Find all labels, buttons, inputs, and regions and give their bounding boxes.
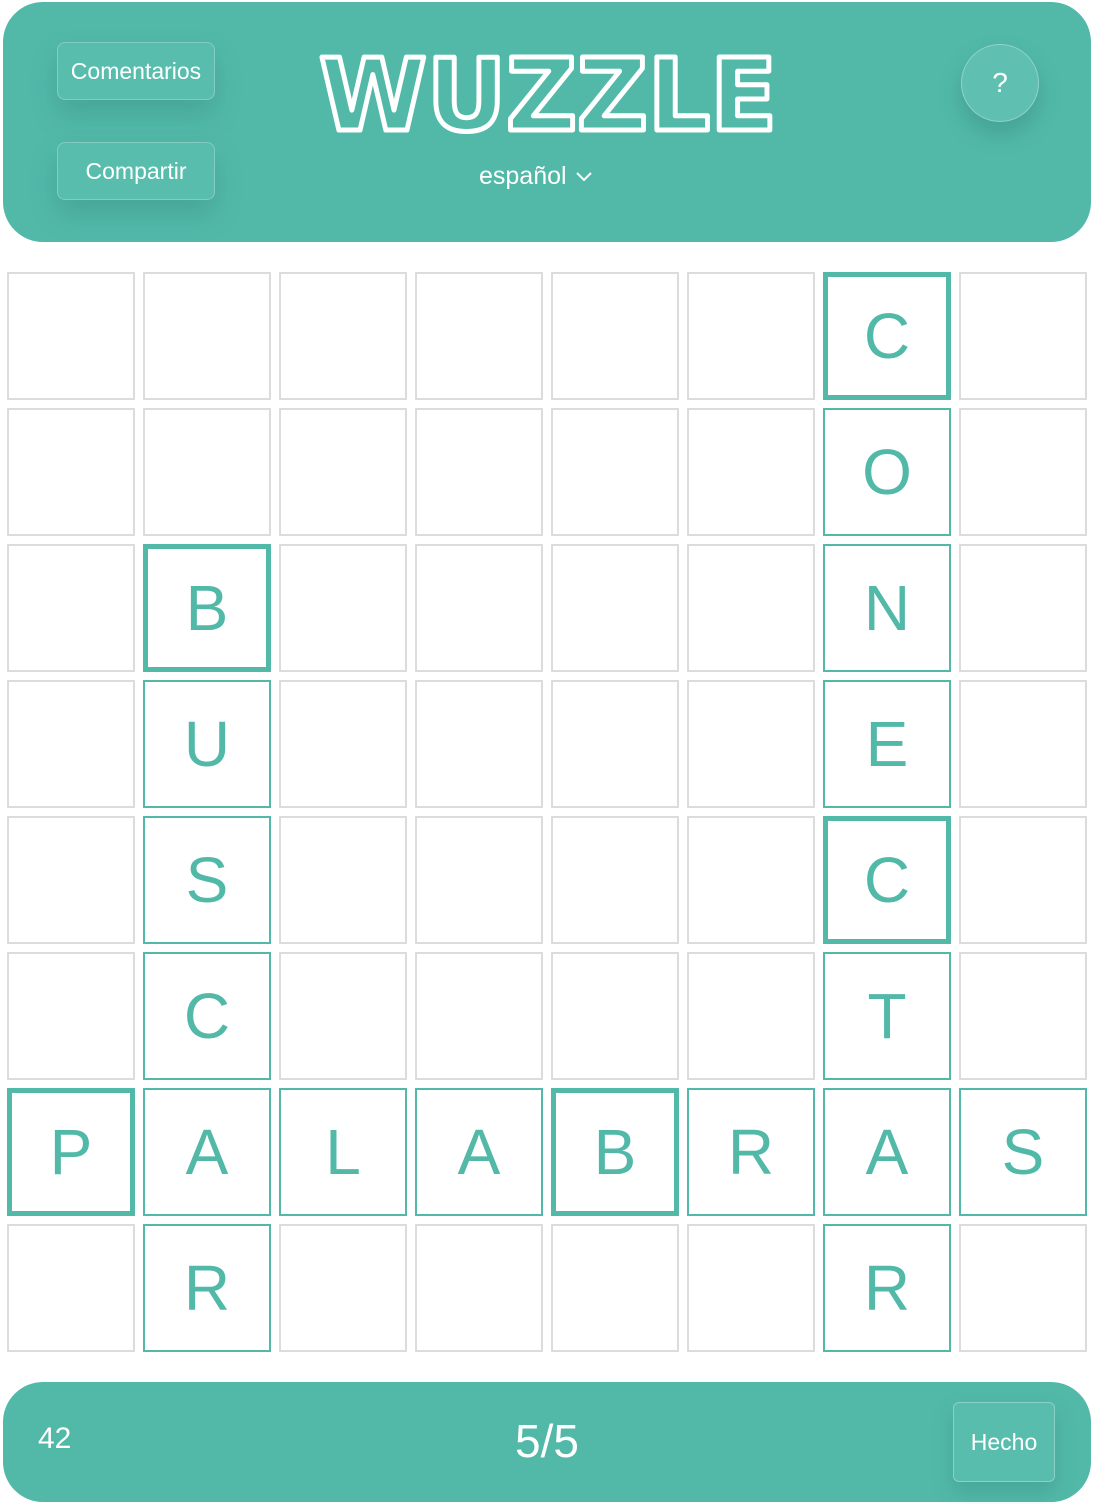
letter-tile[interactable]: C [823,272,951,400]
empty-tile[interactable] [687,544,815,672]
empty-tile[interactable] [279,408,407,536]
done-button[interactable]: Hecho [953,1402,1055,1482]
letter-tile[interactable]: R [687,1088,815,1216]
comments-button[interactable]: Comentarios [57,42,215,100]
letter-tile[interactable]: C [143,952,271,1080]
empty-tile[interactable] [415,680,543,808]
logo-text: WUZZLE [319,42,777,142]
empty-tile[interactable] [551,816,679,944]
letter-tile[interactable]: A [415,1088,543,1216]
empty-tile[interactable] [551,408,679,536]
empty-tile[interactable] [279,816,407,944]
empty-tile[interactable] [551,272,679,400]
empty-tile[interactable] [415,1224,543,1352]
empty-tile[interactable] [687,680,815,808]
empty-tile[interactable] [959,408,1087,536]
empty-tile[interactable] [7,680,135,808]
letter-tile[interactable]: B [143,544,271,672]
share-button[interactable]: Compartir [57,142,215,200]
letter-tile[interactable]: S [959,1088,1087,1216]
empty-tile[interactable] [7,816,135,944]
empty-tile[interactable] [7,952,135,1080]
header-bar: Comentarios Compartir WUZZLE español ? [3,2,1091,242]
empty-tile[interactable] [551,544,679,672]
letter-tile[interactable]: S [143,816,271,944]
letter-tile[interactable]: P [7,1088,135,1216]
letter-tile[interactable]: R [143,1224,271,1352]
letter-tile[interactable]: L [279,1088,407,1216]
empty-tile[interactable] [687,816,815,944]
letter-tile[interactable]: R [823,1224,951,1352]
empty-tile[interactable] [279,1224,407,1352]
letter-tile[interactable]: U [143,680,271,808]
empty-tile[interactable] [415,272,543,400]
empty-tile[interactable] [279,680,407,808]
empty-tile[interactable] [415,408,543,536]
empty-tile[interactable] [687,1224,815,1352]
empty-tile[interactable] [279,272,407,400]
empty-tile[interactable] [7,544,135,672]
letter-grid: COBNUESCCTPALABRASRR [7,272,1087,1352]
empty-tile[interactable] [959,816,1087,944]
letter-tile[interactable]: T [823,952,951,1080]
empty-tile[interactable] [7,272,135,400]
letter-tile[interactable]: N [823,544,951,672]
empty-tile[interactable] [959,1224,1087,1352]
empty-tile[interactable] [687,952,815,1080]
letter-tile[interactable]: B [551,1088,679,1216]
language-selector[interactable]: español [479,156,593,196]
language-label: español [479,161,567,190]
game-page: Comentarios Compartir WUZZLE español ? C… [0,0,1094,1504]
empty-tile[interactable] [687,408,815,536]
letter-tile[interactable]: O [823,408,951,536]
letter-tile[interactable]: C [823,816,951,944]
empty-tile[interactable] [7,1224,135,1352]
empty-tile[interactable] [415,544,543,672]
letter-tile[interactable]: A [143,1088,271,1216]
empty-tile[interactable] [959,544,1087,672]
empty-tile[interactable] [959,272,1087,400]
letter-tile[interactable]: E [823,680,951,808]
empty-tile[interactable] [551,1224,679,1352]
empty-tile[interactable] [959,680,1087,808]
empty-tile[interactable] [959,952,1087,1080]
footer-bar: 42 5/5 Hecho [3,1382,1091,1502]
empty-tile[interactable] [279,952,407,1080]
empty-tile[interactable] [7,408,135,536]
empty-tile[interactable] [687,272,815,400]
progress-indicator: 5/5 [515,1415,579,1467]
empty-tile[interactable] [415,952,543,1080]
empty-tile[interactable] [551,952,679,1080]
help-button[interactable]: ? [961,44,1039,122]
wuzzle-logo: WUZZLE [317,42,780,142]
letter-tile[interactable]: A [823,1088,951,1216]
empty-tile[interactable] [415,816,543,944]
empty-tile[interactable] [143,408,271,536]
empty-tile[interactable] [551,680,679,808]
empty-tile[interactable] [279,544,407,672]
chevron-down-icon [575,172,592,182]
empty-tile[interactable] [143,272,271,400]
